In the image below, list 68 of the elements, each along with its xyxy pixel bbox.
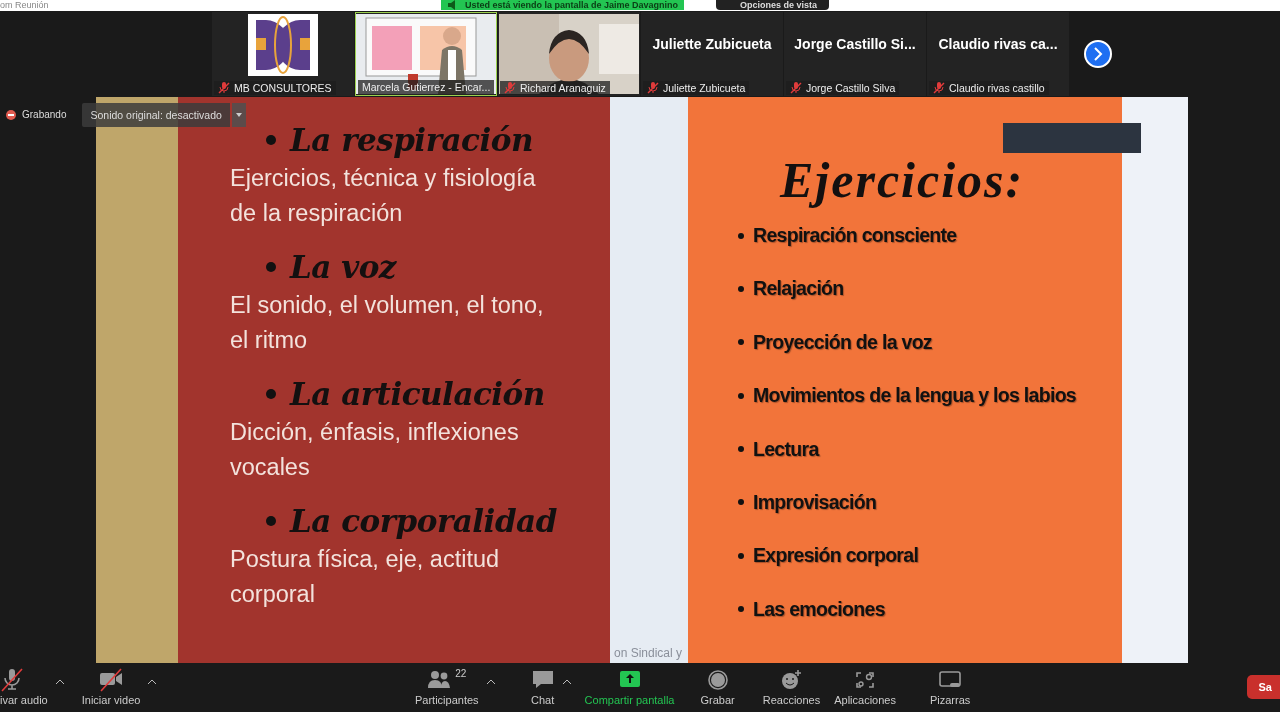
chevron-icon — [1092, 46, 1104, 61]
bullet-icon — [266, 388, 276, 399]
participant-name: Jorge Castillo Si... — [794, 35, 916, 52]
caret-icon — [148, 679, 157, 685]
list-item: Relajación — [753, 277, 844, 301]
share-banner: Usted está viendo la pantalla de Jaime Davagnino — [441, 0, 685, 10]
sound-option-button[interactable]: Sonido original: desactivado — [82, 102, 230, 127]
name-label: Jorge Castillo Silva — [786, 80, 900, 95]
window-title: om Reunión — [0, 0, 49, 10]
bullet-icon — [738, 392, 744, 399]
slide-text: Dicción, énfasis, inflexiones vocales — [230, 417, 520, 482]
participant-tile[interactable]: Juliette Zubicueta Juliette Zubicueta — [641, 11, 783, 96]
toolbar-button[interactable]: ivar audio — [0, 666, 50, 709]
bullet-icon — [266, 261, 276, 272]
bullet-icon — [266, 134, 276, 145]
list-item: Las emociones — [753, 597, 885, 621]
slide-text: Ejercicios, técnica y fisiología de la respiración — [230, 163, 537, 228]
bullet-icon — [738, 339, 744, 346]
bullet-icon — [738, 446, 744, 453]
slide-heading: La voz — [290, 248, 396, 285]
participant-tile[interactable]: Claudio rivas ca... Claudio rivas castillo — [927, 11, 1069, 96]
bullet-icon — [738, 285, 744, 292]
slide-text: El sonido, el volumen, el tono, el ritmo — [230, 290, 545, 355]
slide-text: Postura física, eje, actitud corporal — [230, 544, 501, 609]
toolbar-button[interactable]: Compartir pantalla — [582, 666, 677, 709]
caret-icon — [486, 679, 495, 685]
participant-count: 22 — [455, 668, 467, 680]
list-item: Respiración consciente — [753, 224, 957, 247]
name-label: Claudio rivas castillo — [929, 80, 1049, 95]
toolbar-button[interactable]: Reacciones — [760, 666, 823, 709]
next-page-button[interactable] — [1084, 39, 1112, 68]
list-item: Proyección de la voz — [753, 330, 932, 354]
recording-icon — [6, 109, 16, 120]
participant-tile[interactable]: Marcela Gutierrez - Encar... — [355, 11, 497, 96]
list-item: Movimientos de la lengua y los labios — [753, 384, 1076, 408]
toolbar-button[interactable]: Iniciar video — [79, 666, 143, 709]
bullet-icon — [738, 606, 744, 613]
caret-icon — [235, 112, 242, 117]
list-item: Improvisación — [753, 490, 877, 514]
toolbar-button[interactable]: 22 Participantes — [413, 666, 481, 709]
participant-name: Claudio rivas ca... — [938, 35, 1058, 52]
slide-heading: La respiración — [290, 121, 533, 158]
leave-button[interactable]: Sa — [1246, 675, 1280, 700]
caret-icon — [562, 679, 571, 685]
participant-name: Juliette Zubicueta — [652, 35, 772, 52]
slide-footer: on Sindical y — [614, 645, 683, 663]
participant-tile[interactable]: MB CONSULTORES — [212, 11, 354, 96]
toolbar-button[interactable]: Grabar — [698, 666, 737, 709]
participant-tile[interactable]: Jorge Castillo Si... Jorge Castillo Silva — [784, 11, 926, 96]
slide-heading: La corporalidad — [290, 502, 557, 539]
toolbar-button[interactable]: Pizarras — [927, 666, 973, 709]
bullet-icon — [738, 552, 744, 559]
bullet-icon — [266, 515, 276, 526]
toolbar-button[interactable]: Aplicaciones — [832, 666, 898, 709]
list-item: Lectura — [753, 437, 819, 461]
name-label: Juliette Zubicueta — [643, 80, 750, 95]
slide-heading: La articulación — [290, 375, 545, 412]
name-label: MB CONSULTORES — [214, 80, 336, 95]
bullet-icon — [738, 232, 744, 239]
record-icon — [705, 668, 730, 693]
caret-icon — [55, 679, 64, 685]
view-options-button[interactable]: Opciones de vista — [716, 0, 830, 10]
bullet-icon — [738, 499, 744, 506]
recording-label: Grabando — [22, 109, 67, 121]
company-logo — [248, 13, 318, 76]
list-item: Expresión corporal — [753, 544, 919, 568]
participant-tile[interactable]: Richard Aranaguiz — [498, 11, 640, 96]
toolbar-button[interactable]: Chat — [528, 666, 557, 709]
